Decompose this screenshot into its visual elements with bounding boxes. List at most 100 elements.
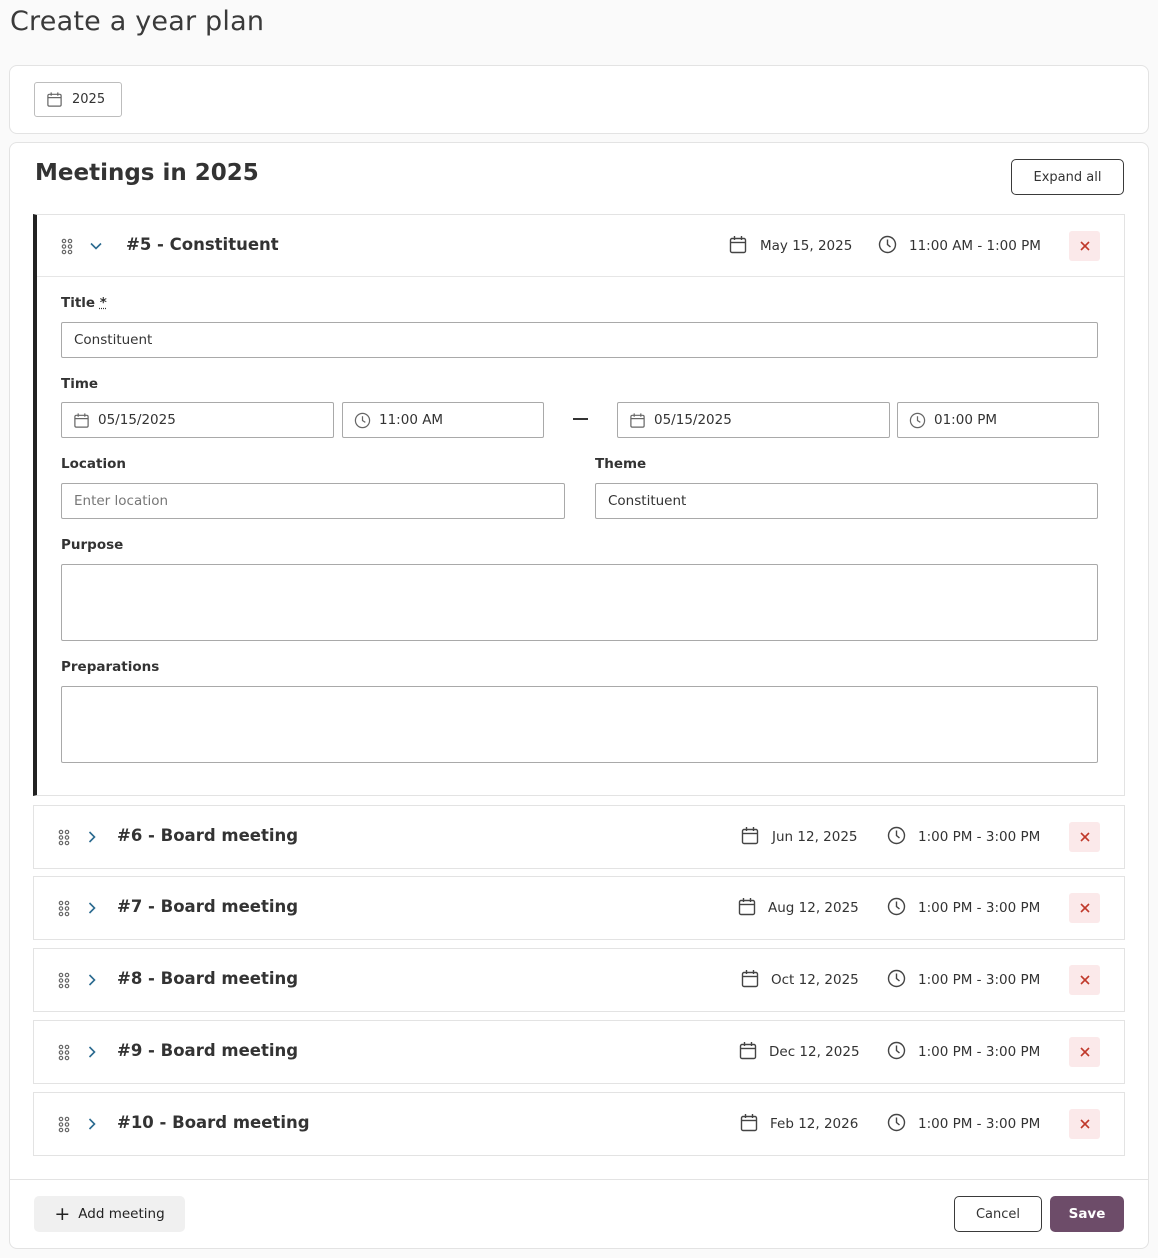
meeting-item[interactable]: #6 - Board meeting Jun 12, 2025 1:00 PM …: [33, 805, 1125, 869]
meeting-date: Jun 12, 2025: [772, 829, 858, 845]
meeting-time: 1:00 PM - 3:00 PM: [918, 1116, 1041, 1132]
start-time-value: 11:00 AM: [379, 412, 444, 428]
drag-handle-icon[interactable]: [61, 238, 73, 255]
close-icon: [1079, 1047, 1090, 1057]
theme-input[interactable]: [595, 483, 1098, 519]
drag-handle-icon[interactable]: [58, 1044, 70, 1061]
delete-meeting-button[interactable]: [1069, 1109, 1100, 1139]
drag-handle-icon[interactable]: [58, 829, 70, 846]
delete-meeting-button[interactable]: [1069, 822, 1100, 852]
add-meeting-label: Add meeting: [78, 1206, 165, 1222]
time-label: Time: [61, 376, 99, 392]
meeting-time: 1:00 PM - 3:00 PM: [918, 1044, 1041, 1060]
theme-label: Theme: [595, 456, 647, 472]
purpose-label: Purpose: [61, 537, 124, 553]
chevron-down-icon[interactable]: [88, 238, 104, 254]
meeting-form: Title * Time 05/15/2025 11:00 AM 05/15/2…: [37, 277, 1124, 795]
preparations-label: Preparations: [61, 659, 160, 675]
clock-icon: [887, 969, 906, 988]
close-icon: [1079, 241, 1090, 251]
chevron-right-icon[interactable]: [84, 829, 100, 845]
meeting-date: Feb 12, 2026: [770, 1116, 859, 1132]
meeting-time: 1:00 PM - 3:00 PM: [918, 829, 1041, 845]
year-card: 2025: [9, 65, 1149, 134]
clock-icon: [878, 235, 897, 254]
required-mark: *: [99, 295, 107, 311]
close-icon: [1079, 1119, 1090, 1129]
meeting-time: 11:00 AM - 1:00 PM: [909, 238, 1041, 254]
location-label: Location: [61, 456, 126, 472]
calendar-icon: [739, 1042, 757, 1060]
title-label: Title *: [61, 295, 107, 311]
cancel-button[interactable]: Cancel: [954, 1196, 1042, 1232]
clock-icon: [887, 826, 906, 845]
meeting-title: #8 - Board meeting: [117, 969, 299, 988]
close-icon: [1079, 832, 1090, 842]
start-time-field[interactable]: 11:00 AM: [342, 402, 544, 438]
calendar-icon: [740, 1114, 758, 1132]
calendar-icon: [741, 970, 759, 988]
calendar-icon: [741, 827, 759, 845]
end-date-field[interactable]: 05/15/2025: [617, 402, 890, 438]
meetings-card: Meetings in 2025 Expand all #5 - Constit…: [9, 142, 1149, 1249]
year-picker[interactable]: 2025: [34, 82, 122, 117]
end-time-field[interactable]: 01:00 PM: [897, 402, 1099, 438]
time-range-dash: [573, 418, 588, 420]
meeting-title: #9 - Board meeting: [117, 1041, 299, 1060]
clock-icon: [887, 1041, 906, 1060]
meeting-title: #5 - Constituent: [126, 235, 279, 254]
meeting-item[interactable]: #7 - Board meeting Aug 12, 2025 1:00 PM …: [33, 876, 1125, 940]
drag-handle-icon[interactable]: [58, 1116, 70, 1133]
calendar-icon: [630, 412, 645, 428]
expand-all-button[interactable]: Expand all: [1011, 159, 1124, 195]
end-date-value: 05/15/2025: [654, 412, 732, 428]
end-time-value: 01:00 PM: [934, 412, 997, 428]
chevron-right-icon[interactable]: [84, 972, 100, 988]
delete-meeting-button[interactable]: [1069, 231, 1100, 261]
meeting-item[interactable]: #9 - Board meeting Dec 12, 2025 1:00 PM …: [33, 1020, 1125, 1084]
clock-icon: [354, 412, 371, 428]
calendar-icon: [729, 236, 747, 254]
close-icon: [1079, 903, 1090, 913]
clock-icon: [909, 412, 926, 428]
clock-icon: [887, 1113, 906, 1132]
start-date-field[interactable]: 05/15/2025: [61, 402, 334, 438]
page-title: Create a year plan: [10, 6, 265, 37]
meeting-item-expanded: #5 - Constituent May 15, 2025 11:00 AM -…: [33, 214, 1125, 796]
delete-meeting-button[interactable]: [1069, 965, 1100, 995]
meeting-date: Aug 12, 2025: [768, 900, 859, 916]
add-meeting-button[interactable]: + Add meeting: [34, 1196, 185, 1232]
year-value: 2025: [72, 92, 106, 107]
meeting-title: #10 - Board meeting: [117, 1113, 310, 1132]
plus-icon: +: [54, 1202, 71, 1225]
close-icon: [1079, 975, 1090, 985]
meeting-title: #7 - Board meeting: [117, 897, 299, 916]
meeting-title: #6 - Board meeting: [117, 826, 299, 845]
meeting-header[interactable]: #5 - Constituent May 15, 2025 11:00 AM -…: [37, 215, 1124, 277]
chevron-right-icon[interactable]: [84, 1044, 100, 1060]
drag-handle-icon[interactable]: [58, 900, 70, 917]
delete-meeting-button[interactable]: [1069, 1037, 1100, 1067]
chevron-right-icon[interactable]: [84, 900, 100, 916]
chevron-right-icon[interactable]: [84, 1116, 100, 1132]
footer-divider: [10, 1179, 1148, 1180]
meeting-time: 1:00 PM - 3:00 PM: [918, 900, 1041, 916]
start-date-value: 05/15/2025: [98, 412, 176, 428]
drag-handle-icon[interactable]: [58, 972, 70, 989]
meeting-date: Oct 12, 2025: [771, 972, 859, 988]
preparations-textarea[interactable]: [61, 686, 1098, 763]
meeting-item[interactable]: #8 - Board meeting Oct 12, 2025 1:00 PM …: [33, 948, 1125, 1012]
calendar-icon: [47, 92, 62, 107]
purpose-textarea[interactable]: [61, 564, 1098, 641]
save-button[interactable]: Save: [1050, 1196, 1124, 1232]
location-input[interactable]: [61, 483, 565, 519]
meeting-date: Dec 12, 2025: [769, 1044, 860, 1060]
calendar-icon: [738, 898, 756, 916]
delete-meeting-button[interactable]: [1069, 893, 1100, 923]
section-title: Meetings in 2025: [35, 160, 259, 186]
title-input[interactable]: [61, 322, 1098, 358]
meeting-item[interactable]: #10 - Board meeting Feb 12, 2026 1:00 PM…: [33, 1092, 1125, 1156]
calendar-icon: [74, 412, 89, 428]
meeting-time: 1:00 PM - 3:00 PM: [918, 972, 1041, 988]
clock-icon: [887, 897, 906, 916]
